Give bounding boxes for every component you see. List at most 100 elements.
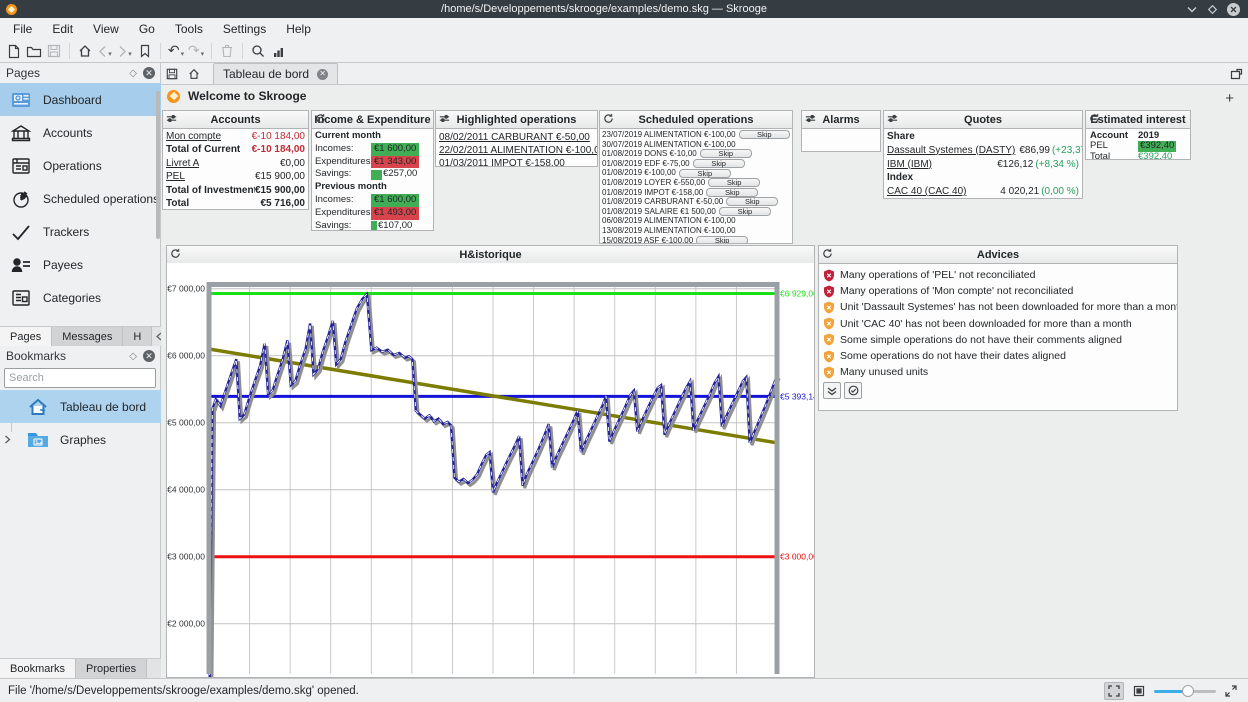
skip-button[interactable]: Skip — [726, 197, 778, 206]
tab-tableau-de-bord[interactable]: Tableau de bord ✕ — [213, 63, 338, 84]
skip-button[interactable]: Skip — [700, 149, 752, 158]
tab-messages[interactable]: Messages — [52, 327, 123, 346]
scheduled-operation-text[interactable]: 06/08/2019 ALIMENTATION €-100,00 — [602, 216, 736, 226]
skip-button[interactable]: Skip — [696, 236, 748, 244]
zoom-original-icon[interactable] — [1130, 683, 1148, 699]
advice-text[interactable]: Many operations of 'PEL' not reconciliat… — [840, 267, 1035, 283]
widget-settings-icon[interactable] — [439, 113, 450, 124]
widget-refresh-icon[interactable] — [315, 113, 326, 124]
skip-button[interactable]: Skip — [708, 178, 760, 187]
float-panel-icon[interactable]: ◇ — [129, 68, 137, 79]
tab-close-icon[interactable]: ✕ — [317, 69, 328, 80]
menu-edit[interactable]: Edit — [43, 20, 82, 38]
scheduled-operation-text[interactable]: 30/07/2019 ALIMENTATION €-100,00 — [602, 140, 736, 150]
save-page-icon[interactable] — [161, 63, 183, 84]
scheduled-operation-text[interactable]: 01/08/2019 SALAIRE €1 500,00 — [602, 207, 716, 217]
zoom-slider[interactable] — [1154, 684, 1216, 698]
advice-text[interactable]: Unit 'Dassault Systemes' has not been do… — [840, 299, 1178, 315]
detach-page-icon[interactable] — [1224, 63, 1248, 84]
forward-icon[interactable]: ▾ — [115, 41, 135, 61]
scheduled-operation-text[interactable]: 01/08/2019 DONS €-10,00 — [602, 149, 697, 159]
bookmark-icon[interactable] — [135, 41, 155, 61]
sidebar-item-accounts[interactable]: Accounts — [0, 116, 161, 149]
zoom-fit-icon[interactable] — [1104, 682, 1124, 700]
account-name-link[interactable]: Livret A — [166, 157, 199, 170]
menu-go[interactable]: Go — [130, 20, 164, 38]
highlighted-operation-link[interactable]: 08/02/2011 CARBURANT €-50,00 — [439, 131, 594, 144]
account-name-link[interactable]: Total of Current — [166, 143, 240, 156]
pin-home-icon[interactable] — [183, 63, 205, 84]
menu-file[interactable]: File — [4, 20, 41, 38]
search-icon[interactable] — [248, 41, 268, 61]
account-name-link[interactable]: PEL — [166, 170, 185, 183]
float-panel-icon[interactable]: ◇ — [129, 351, 137, 362]
quote-name-link[interactable]: Dassault Systemes (DASTY) — [887, 144, 1015, 158]
sidebar-item-dashboard[interactable]: Dashboard — [0, 83, 161, 116]
quote-name-link[interactable]: IBM (IBM) — [887, 158, 993, 172]
advice-text[interactable]: Many operations of 'Mon compte' not reco… — [840, 283, 1073, 299]
expand-icon[interactable] — [1222, 683, 1240, 699]
maximize-icon[interactable] — [1206, 3, 1219, 16]
menu-settings[interactable]: Settings — [214, 20, 275, 38]
sidebar-item-operations[interactable]: Operations — [0, 149, 161, 182]
widget-refresh-icon[interactable] — [822, 248, 833, 259]
scheduled-operation-text[interactable]: 23/07/2019 ALIMENTATION €-100,00 — [602, 130, 736, 140]
close-panel-icon[interactable]: ✕ — [143, 67, 155, 79]
bookmarks-search-input[interactable] — [4, 368, 156, 388]
widget-settings-icon[interactable] — [166, 113, 177, 124]
account-name-link[interactable]: Total of Investment — [166, 184, 255, 197]
save-icon[interactable] — [44, 41, 64, 61]
menu-help[interactable]: Help — [277, 20, 320, 38]
menu-view[interactable]: View — [84, 20, 128, 38]
redo-icon[interactable]: ↷▾ — [186, 41, 206, 61]
dismiss-advices-icon[interactable] — [823, 382, 841, 399]
expander-icon[interactable] — [4, 435, 11, 444]
widget-settings-icon[interactable] — [887, 113, 898, 124]
add-widget-button[interactable]: + — [1225, 91, 1234, 106]
skip-button[interactable]: Skip — [739, 130, 790, 139]
tab-history[interactable]: H — [123, 327, 152, 346]
zoom-slider-handle[interactable] — [1182, 685, 1194, 697]
advice-text[interactable]: Some operations do not have their dates … — [840, 348, 1066, 364]
sidebar-item-trackers[interactable]: Trackers — [0, 215, 161, 248]
sidebar-item-payees[interactable]: Payees — [0, 248, 161, 281]
skip-button[interactable]: Skip — [693, 159, 745, 168]
widget-settings-icon[interactable] — [805, 113, 816, 124]
bookmark-item-tableau-de-bord[interactable]: Tableau de bord — [0, 390, 161, 423]
close-panel-icon[interactable]: ✕ — [143, 350, 155, 362]
report-chart-icon[interactable] — [268, 41, 288, 61]
sidebar-item-scheduled-operations[interactable]: Scheduled operations — [0, 182, 161, 215]
undo-icon[interactable]: ↶▾ — [166, 41, 186, 61]
tab-bookmarks[interactable]: Bookmarks — [0, 659, 76, 678]
account-name-link[interactable]: Mon compte — [166, 130, 221, 143]
quote-name-link[interactable]: CAC 40 (CAC 40) — [887, 185, 996, 199]
back-icon[interactable]: ▾ — [95, 41, 115, 61]
tab-properties[interactable]: Properties — [76, 659, 147, 678]
apply-advice-icon[interactable] — [844, 382, 862, 399]
skip-button[interactable]: Skip — [679, 169, 731, 178]
pages-scrollbar[interactable] — [156, 91, 160, 239]
scheduled-operation-text[interactable]: 01/08/2019 €-100,00 — [602, 168, 676, 178]
highlighted-operation-link[interactable]: 22/02/2011 ALIMENTATION €-100,00 — [439, 144, 594, 157]
advice-text[interactable]: Some simple operations do not have their… — [840, 332, 1122, 348]
delete-icon[interactable] — [217, 41, 237, 61]
sidebar-item-categories[interactable]: Categories — [0, 281, 161, 314]
skip-button[interactable]: Skip — [706, 188, 758, 197]
open-file-icon[interactable] — [24, 41, 44, 61]
scheduled-operation-text[interactable]: 01/08/2019 CARBURANT €-50,00 — [602, 197, 723, 207]
scheduled-operation-text[interactable]: 01/08/2019 EDF €-75,00 — [602, 159, 690, 169]
widget-refresh-icon[interactable] — [1089, 113, 1100, 124]
close-icon[interactable] — [1227, 3, 1240, 16]
highlighted-operation-link[interactable]: 01/03/2011 IMPOT €-158,00 — [439, 157, 594, 167]
tab-pages[interactable]: Pages — [0, 327, 52, 346]
menu-tools[interactable]: Tools — [166, 20, 212, 38]
new-document-icon[interactable] — [4, 41, 24, 61]
welcome-banner[interactable]: Welcome to Skrooge — [167, 89, 306, 103]
home-icon[interactable] — [75, 41, 95, 61]
widget-refresh-icon[interactable] — [170, 248, 181, 259]
advice-text[interactable]: Many unused units — [840, 364, 928, 380]
bookmark-item-graphes[interactable]: Graphes — [0, 423, 161, 456]
scheduled-operation-text[interactable]: 01/08/2019 IMPOT €-158,00 — [602, 188, 703, 198]
minimize-icon[interactable] — [1185, 3, 1198, 16]
scheduled-operation-text[interactable]: 13/08/2019 ALIMENTATION €-100,00 — [602, 226, 736, 236]
